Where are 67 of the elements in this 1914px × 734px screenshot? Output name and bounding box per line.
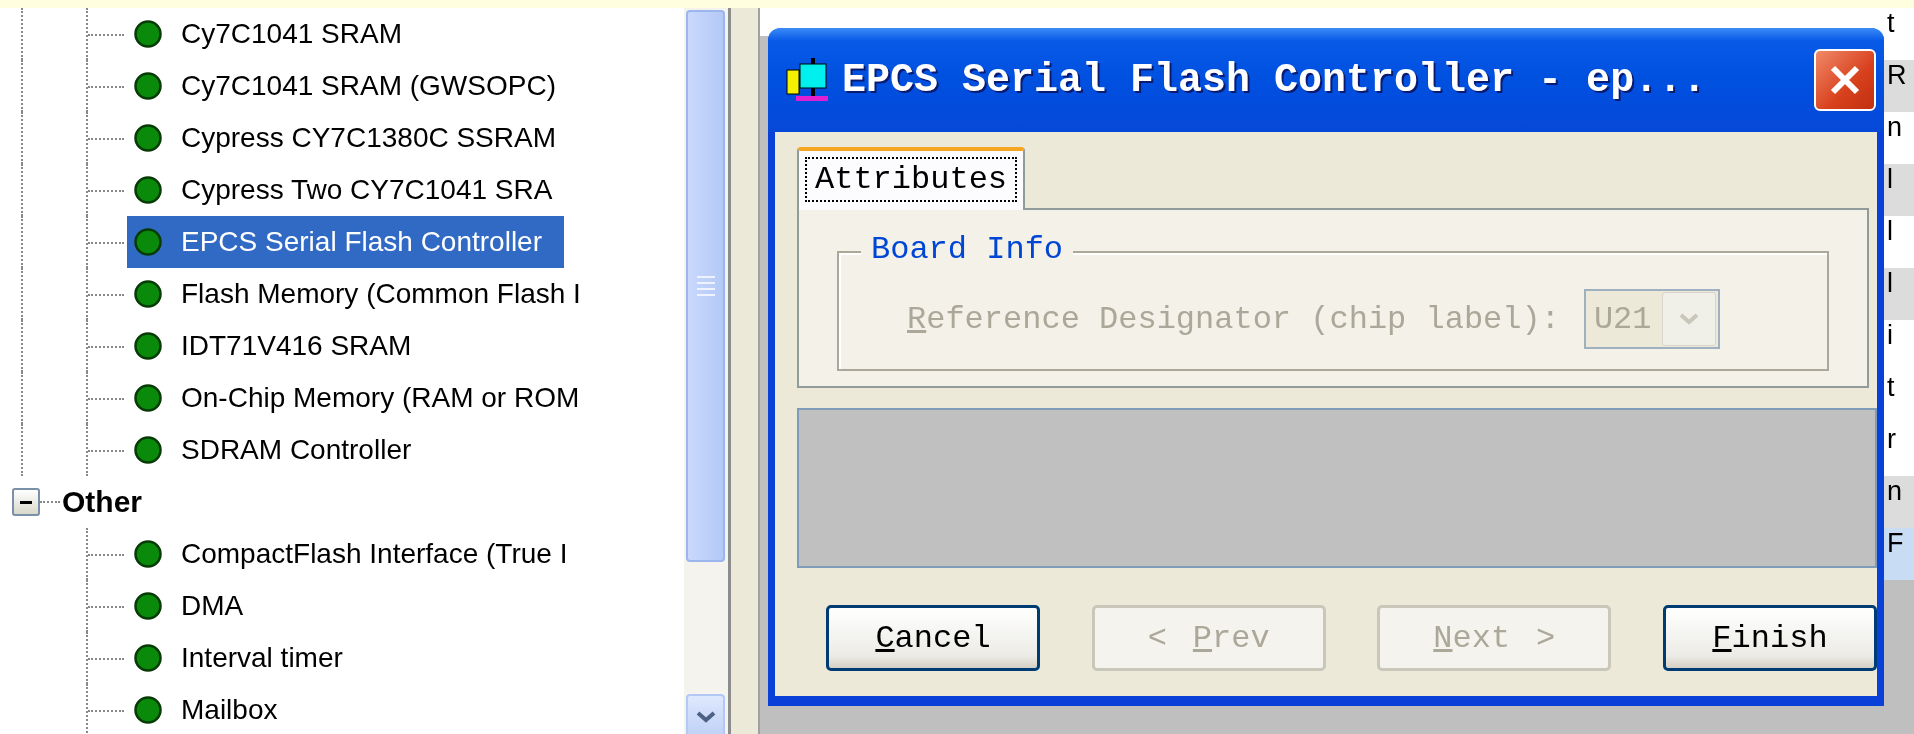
tree-line	[86, 372, 127, 424]
list-row[interactable]: i	[1884, 320, 1914, 372]
tree-line	[86, 112, 127, 164]
status-dot-icon	[134, 72, 162, 100]
tree-item[interactable]: On-Chip Memory (RAM or ROM	[127, 372, 602, 424]
tree-item[interactable]: IDT71V416 SRAM	[127, 320, 434, 372]
list-row[interactable]: t	[1884, 8, 1914, 60]
tree-line	[86, 60, 127, 112]
splitter[interactable]	[728, 8, 760, 734]
tree-line	[86, 320, 127, 372]
status-dot-icon	[134, 280, 162, 308]
tree-item[interactable]: Interval timer	[127, 632, 365, 684]
collapse-icon[interactable]	[12, 488, 40, 516]
list-row[interactable]: F	[1884, 528, 1914, 580]
tree-line	[86, 580, 127, 632]
status-dot-icon	[134, 20, 162, 48]
status-dot-icon	[134, 332, 162, 360]
list-row[interactable]: n	[1884, 112, 1914, 164]
tree-item[interactable]: Flash Memory (Common Flash I	[127, 268, 603, 320]
dropdown-button[interactable]	[1661, 292, 1716, 346]
wizard-button[interactable]: Finish	[1662, 605, 1877, 671]
tree-line	[86, 528, 127, 580]
list-row[interactable]: l	[1884, 268, 1914, 320]
status-dot-icon	[134, 644, 162, 672]
tree-group-label: Other	[62, 485, 142, 519]
wizard-button[interactable]: Cancel	[826, 605, 1040, 671]
tree-item[interactable]: Cypress Two CY7C1041 SRA	[127, 164, 575, 216]
scrollbar-track[interactable]	[684, 8, 728, 734]
tree-line	[86, 164, 127, 216]
tree-item[interactable]: SDRAM Controller	[127, 424, 434, 476]
status-dot-icon	[134, 436, 162, 464]
tree-item[interactable]: EPCS Serial Flash Controller	[127, 216, 565, 268]
status-dot-icon	[134, 124, 162, 152]
tree-item[interactable]: Cy7C1041 SRAM	[127, 8, 424, 60]
status-dot-icon	[134, 592, 162, 620]
close-button[interactable]	[1814, 49, 1876, 111]
tree-line	[86, 684, 127, 734]
scrollbar-thumb[interactable]	[686, 10, 725, 562]
status-dot-icon	[134, 384, 162, 412]
list-row[interactable]: l	[1884, 164, 1914, 216]
status-dot-icon	[134, 228, 162, 256]
list-row[interactable]: R	[1884, 60, 1914, 112]
grip-icon	[695, 274, 716, 298]
chevron-down-icon	[694, 710, 717, 724]
list-row[interactable]: n	[1884, 476, 1914, 528]
status-dot-icon	[134, 176, 162, 204]
tree-line	[86, 8, 127, 60]
list-row[interactable]: r	[1884, 424, 1914, 476]
tree-item[interactable]: Cypress CY7C1380C SSRAM	[127, 112, 579, 164]
tree-item[interactable]: DMA	[127, 580, 266, 632]
tree-item[interactable]: CompactFlash Interface (True I	[127, 528, 590, 580]
list-row[interactable]: l	[1884, 216, 1914, 268]
chevron-down-icon	[1677, 312, 1700, 326]
close-icon	[1828, 63, 1862, 97]
status-dot-icon	[134, 540, 162, 568]
field-label: Reference Designator (chip label):	[907, 300, 1560, 338]
status-dot-icon	[134, 696, 162, 724]
tree-line	[86, 424, 127, 476]
tab[interactable]: Attributes	[797, 147, 1026, 210]
tree-line	[86, 268, 127, 320]
tree-line	[86, 216, 127, 268]
tree-item[interactable]: Cy7C1041 SRAM (GWSOPC)	[127, 60, 578, 112]
list-row[interactable]: t	[1884, 372, 1914, 424]
scroll-down-button[interactable]	[686, 694, 725, 734]
window-title: EPCS Serial Flash Controller - ep...	[842, 57, 1708, 103]
tree-line	[86, 632, 127, 684]
tree-item[interactable]: Mailbox	[127, 684, 300, 734]
